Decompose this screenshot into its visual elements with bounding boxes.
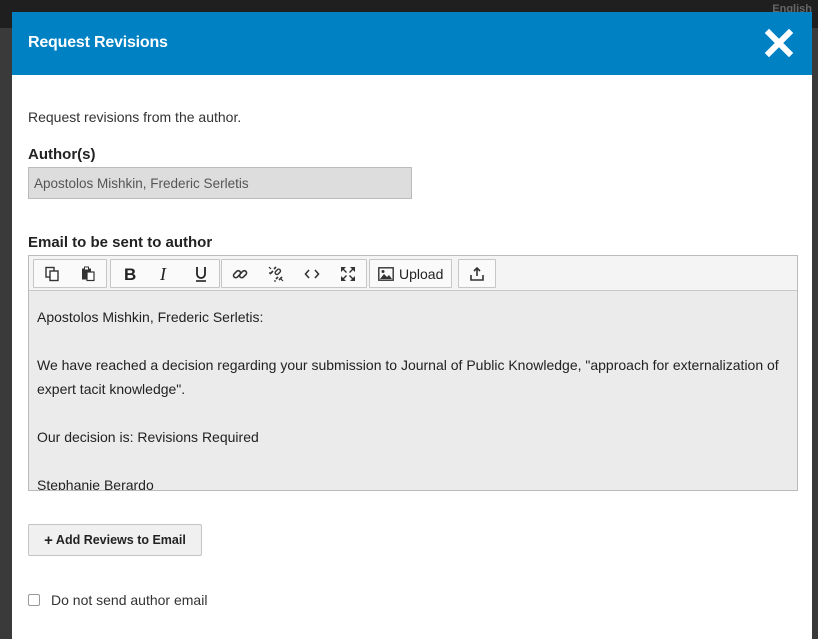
code-icon[interactable] xyxy=(294,260,330,287)
no-email-checkbox[interactable] xyxy=(28,594,40,606)
close-icon[interactable] xyxy=(764,28,794,58)
upload-label: Upload xyxy=(399,265,444,282)
image-icon xyxy=(378,266,394,281)
svg-text:I: I xyxy=(159,266,167,282)
authors-label: Author(s) xyxy=(28,146,96,163)
toolbar-group-format: B I xyxy=(110,259,220,288)
modal-title: Request Revisions xyxy=(28,34,168,51)
italic-icon[interactable]: I xyxy=(147,260,183,287)
add-reviews-label: Add Reviews to Email xyxy=(55,533,186,547)
no-email-option: Do not send author email xyxy=(28,592,207,608)
authors-field[interactable] xyxy=(28,167,412,199)
svg-text:B: B xyxy=(124,266,136,282)
email-signature: Stephanie Berardo xyxy=(37,477,154,490)
email-decision: Our decision is: Revisions Required xyxy=(37,429,259,445)
email-label: Email to be sent to author xyxy=(28,234,213,251)
email-greeting: Apostolos Mishkin, Frederic Serletis: xyxy=(37,309,264,325)
copy-icon[interactable] xyxy=(34,260,70,287)
intro-text: Request revisions from the author. xyxy=(28,109,242,125)
upload-button[interactable]: Upload xyxy=(370,260,451,287)
plus-icon: + xyxy=(44,531,53,549)
email-body[interactable]: Apostolos Mishkin, Frederic Serletis: We… xyxy=(29,291,797,490)
bold-icon[interactable]: B xyxy=(111,260,147,287)
email-paragraph: We have reached a decision regarding you… xyxy=(37,357,779,397)
toolbar-group-insert xyxy=(221,259,367,288)
background-page-right xyxy=(812,28,818,639)
request-revisions-modal: Request Revisions Request revisions from… xyxy=(12,12,812,639)
modal-header: Request Revisions xyxy=(12,12,812,75)
unlink-icon[interactable] xyxy=(258,260,294,287)
add-reviews-button[interactable]: + Add Reviews to Email xyxy=(28,524,202,556)
insert-icon[interactable] xyxy=(459,260,495,287)
editor-toolbar: B I Upload xyxy=(29,256,797,291)
toolbar-group-upload: Upload xyxy=(369,259,453,288)
email-editor: B I Upload Apostolos Mishkin, Frederic S… xyxy=(28,255,798,491)
toolbar-group-clipboard xyxy=(33,259,107,288)
background-page-left xyxy=(0,28,12,639)
underline-icon[interactable] xyxy=(183,260,219,287)
fullscreen-icon[interactable] xyxy=(330,260,366,287)
paste-icon[interactable] xyxy=(70,260,106,287)
no-email-label: Do not send author email xyxy=(51,592,208,608)
toolbar-group-extra xyxy=(458,259,496,288)
link-icon[interactable] xyxy=(222,260,258,287)
